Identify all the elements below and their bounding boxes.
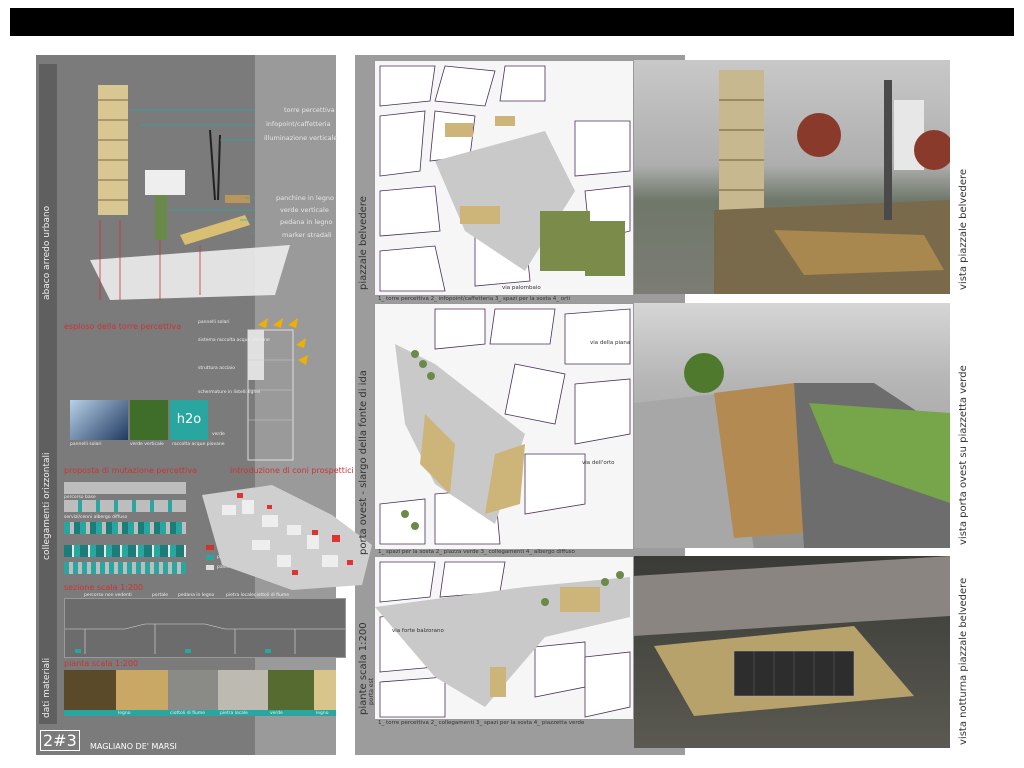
plan-belvedere: [374, 60, 634, 296]
infopoint-shape: [145, 170, 185, 195]
section-ann-4: ciottoli di fiume: [254, 593, 290, 598]
material-swatch-3: [218, 670, 268, 710]
vista-belvedere-label: vista piazzale belvedere: [958, 168, 969, 290]
mutation-bar-5: [64, 562, 186, 574]
top-bar: [10, 8, 1014, 36]
tower-ann-4: verde: [212, 432, 225, 437]
wood-deck-shape: [180, 215, 250, 245]
plan2-caption: 1_ spazi per la sosta 2_ piazza verde 3_…: [378, 549, 575, 555]
street-balzorano: via forte balzorano: [392, 628, 444, 634]
mutation-bar-4: [64, 545, 186, 557]
belvedere-title: piazzale belvedere: [358, 196, 369, 290]
mutation-bar-1: [64, 482, 186, 494]
tower-shape: [98, 85, 128, 215]
section-ann-1: portale: [152, 593, 169, 598]
mutation-bar-2: [64, 500, 186, 512]
label-marker: marker stradali: [282, 231, 332, 239]
proposta-title: proposta di mutazione percettiva: [64, 466, 197, 475]
label-verde: verde verticale: [280, 206, 329, 214]
section-drawing: [64, 598, 346, 658]
label-infopoint: infopoint/caffetteria: [266, 120, 331, 128]
material-swatch-4: [268, 670, 314, 710]
material-swatch-1: [116, 670, 168, 710]
tower-ann-1: sistema raccolta acque piovane: [198, 338, 270, 343]
tower-ann-0: pannelli solari: [198, 320, 230, 325]
material-label-2: pietra locale: [220, 711, 248, 716]
street-orto: via dell'orto: [582, 460, 615, 466]
energy-label-2: raccolta acque piovane: [172, 442, 225, 447]
pianta-title: pianta scala 1:200: [64, 659, 139, 668]
solar-panel-image: [70, 400, 128, 440]
tower-ann-2: struttura acciaio: [198, 366, 235, 371]
label-pedana: pedana in legno: [280, 218, 333, 226]
abaco-title: abaco arredo urbano: [42, 205, 52, 300]
material-label-0: legno: [118, 711, 131, 716]
green-wall-shape: [155, 195, 167, 240]
servizi-label: servizi/cenni albergo diffuso: [64, 515, 128, 520]
material-label-1: ciottoli di fiume: [170, 711, 206, 716]
section-ann-0: percorso non vedenti: [84, 593, 132, 598]
porta-ovest-title: porta ovest - slargo della fonte di ida: [358, 370, 369, 555]
render-porta-ovest: [634, 303, 950, 548]
street-piana: via della piana: [590, 340, 631, 346]
plan3-caption: 1_ torre percettiva 2_ collegamenti 3_ s…: [378, 720, 585, 726]
vista-notturna-label: vista notturna piazzale belvedere: [958, 577, 969, 745]
energy-label-0: pannelli solari: [70, 442, 102, 447]
board-id: 2#3: [40, 730, 80, 751]
town-name: MAGLIANO DE' MARSI: [90, 742, 177, 751]
plan-porta-est: [374, 556, 634, 720]
mutation-bar-3: [64, 522, 186, 534]
label-illuminazione: illuminazione verticale: [264, 134, 338, 142]
material-label-3: verde: [270, 711, 283, 716]
vista-porta-ovest-label: vista porta ovest su piazzetta verde: [958, 365, 969, 545]
label-panchine: panchine in legno: [276, 194, 334, 202]
material-swatch-0: [64, 670, 116, 710]
material-swatch-5: [314, 670, 336, 710]
introduzione-title: introduzione di coni prospettici: [230, 466, 354, 475]
sezione-title: sezione scala 1:200: [64, 583, 144, 592]
tower-section-drawing: [247, 318, 308, 461]
section-ann-3: pietra locale: [226, 593, 254, 598]
plan1-caption: 1_ torre percettiva 2_ infopoint/caffett…: [378, 296, 571, 302]
esploso-title: esploso della torre percettiva: [64, 322, 182, 331]
energy-label-1: verde verticale: [130, 442, 164, 447]
town-map: [202, 485, 372, 590]
h2o-tile: h2o: [170, 400, 208, 440]
label-torre: torre percettiva: [284, 106, 335, 114]
collegamenti-title: collegamenti orizzontali: [42, 452, 52, 560]
tower-ann-3: schermature in listelli lignei: [198, 390, 261, 395]
dati-title: dati materiali: [42, 657, 52, 718]
section-ann-2: pedana in legno: [178, 593, 215, 598]
green-wall-image: [130, 400, 168, 440]
material-label-4: legno: [316, 711, 329, 716]
render-notturna: [634, 556, 950, 748]
material-swatch-2: [168, 670, 218, 710]
render-belvedere: [634, 60, 950, 294]
street-palombaio: via palombaio: [502, 285, 541, 291]
left-title-strip: [39, 64, 57, 724]
